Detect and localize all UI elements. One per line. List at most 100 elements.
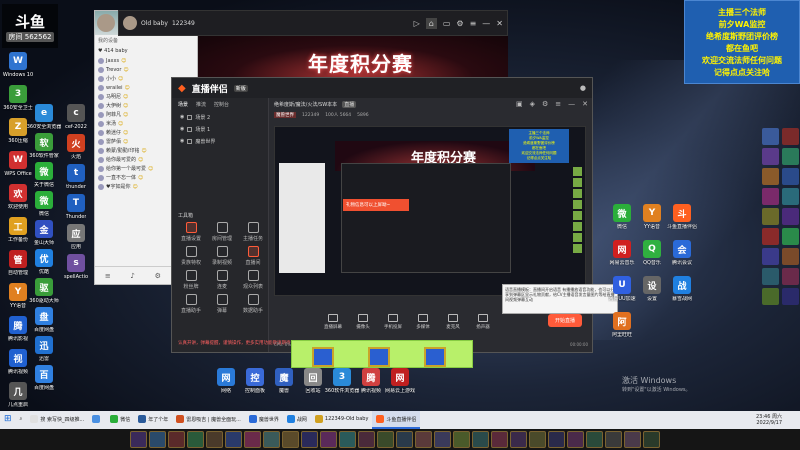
taskbar-app[interactable]: 战网 bbox=[283, 411, 311, 429]
menu-icon[interactable]: ≡ bbox=[105, 272, 111, 280]
stream-preview[interactable]: 年度积分赛 主播三个法师 前夕WA监控 绝希度斯野团评价榜 都在鱼吧 欢迎交流法师任何问… bbox=[274, 126, 586, 296]
tool-button[interactable]: 主播任务 bbox=[238, 222, 268, 242]
app-label: 斗鱼直播伴侣 bbox=[386, 416, 417, 423]
menu-icon[interactable]: ≡ bbox=[470, 19, 477, 28]
search-box[interactable]: ⌕ bbox=[16, 411, 27, 429]
tool-icon bbox=[247, 222, 259, 233]
settings-icon[interactable]: ⚙ bbox=[456, 19, 463, 28]
desktop-shortcut[interactable]: 斗斗鱼直播伴侣 bbox=[664, 204, 700, 230]
taskbar-app[interactable]: 搜 索写快_四级推... bbox=[26, 411, 88, 429]
start-live-button[interactable]: 开始直播 bbox=[548, 314, 582, 327]
eye-icon[interactable]: ◉ bbox=[180, 138, 184, 144]
desktop-shortcut-icon: 3 bbox=[9, 85, 27, 103]
checkbox[interactable] bbox=[187, 114, 193, 120]
source-button[interactable]: 麦克风 bbox=[440, 314, 466, 330]
contact-row[interactable]: Jaxxs ☺ bbox=[95, 56, 197, 65]
device-section[interactable]: 我的设备 bbox=[95, 35, 197, 46]
settings-icon[interactable]: ⚙ bbox=[155, 272, 161, 280]
app-label: 微信 bbox=[120, 416, 131, 423]
desktop-shortcut[interactable]: W Windows 10 bbox=[0, 52, 36, 78]
tab-1[interactable]: 推流 bbox=[196, 101, 206, 108]
desktop-shortcut[interactable]: 金金山大师 bbox=[26, 220, 62, 246]
minimize-icon[interactable]: — bbox=[568, 100, 575, 108]
tab-2[interactable]: 控制台 bbox=[214, 101, 229, 108]
checkbox[interactable] bbox=[187, 138, 193, 144]
tool-button[interactable]: 录制视频 bbox=[207, 246, 237, 266]
desktop-shortcut[interactable]: 迅迅雷 bbox=[26, 336, 62, 362]
contact-row[interactable]: Trevor ☺ bbox=[95, 65, 197, 74]
desktop-shortcut[interactable]: 战暴雪战网 bbox=[664, 276, 700, 302]
source-button[interactable]: 摄像头 bbox=[350, 314, 376, 330]
scene-item[interactable]: ◉ 魔兽世界 bbox=[172, 135, 268, 147]
room-title[interactable]: 绝希度斯/魔法/火法/SW本本 bbox=[274, 101, 337, 108]
status-icon: ☺ bbox=[123, 129, 129, 136]
close-icon[interactable]: ✕ bbox=[582, 100, 588, 108]
scene-item[interactable]: ◉ 场景 1 bbox=[172, 123, 268, 135]
home-icon[interactable]: ⌂ bbox=[425, 17, 437, 29]
close-icon[interactable]: ✕ bbox=[496, 19, 503, 28]
tool-button[interactable]: 直播间 bbox=[238, 246, 268, 266]
room-window-titlebar: Old baby 122349 ▷ ⌂ ▭ ⚙ ≡ — ✕ bbox=[118, 10, 508, 36]
avatar[interactable] bbox=[97, 14, 115, 32]
taskbar-app[interactable]: 122349-Old baby bbox=[311, 411, 373, 429]
taskbar-app[interactable]: 雷恩吸吉 | 魔兽全面玩... bbox=[172, 411, 245, 429]
desktop-shortcut[interactable]: 阿阿里旺旺 bbox=[604, 312, 640, 338]
minimize-icon[interactable]: — bbox=[482, 19, 490, 28]
system-clock[interactable]: 23:46 周六 2022/9/17 bbox=[756, 414, 800, 426]
desktop-shortcut[interactable]: 盘百度网盘 bbox=[26, 307, 62, 333]
tool-button[interactable]: 直播助手 bbox=[176, 294, 206, 314]
taskbar-app[interactable]: 斗鱼直播伴侣 bbox=[372, 411, 421, 429]
preview-info-box: 主播三个法师 前夕WA监控 绝希度斯野团评价榜 都在鱼吧 欢迎交流法师任何问题 记得点点关… bbox=[509, 129, 569, 163]
tool-button[interactable]: 粉丝牌 bbox=[176, 270, 206, 290]
tool-button[interactable]: 房间管理 bbox=[207, 222, 237, 242]
desktop-shortcut[interactable]: 百百度网盘 bbox=[26, 365, 62, 391]
taskbar-app[interactable]: 魔兽世界 bbox=[245, 411, 283, 429]
desktop-shortcut[interactable]: T Thunder bbox=[58, 194, 94, 220]
tab-0[interactable]: 场景 bbox=[178, 101, 188, 108]
source-button[interactable]: 扬声器 bbox=[470, 314, 496, 330]
avatar bbox=[98, 84, 104, 91]
eye-icon[interactable]: ◉ bbox=[180, 114, 184, 120]
eye-icon[interactable]: ◉ bbox=[180, 126, 184, 132]
desktop-shortcut[interactable]: 驱 360驱动大师 bbox=[26, 278, 62, 304]
tool-button[interactable]: 连麦 bbox=[207, 270, 237, 290]
desktop-shortcut[interactable]: 应应用 bbox=[58, 224, 94, 250]
menu-icon[interactable]: ≡ bbox=[555, 100, 561, 108]
source-button[interactable]: 多媒体 bbox=[410, 314, 436, 330]
scene-item[interactable]: ◉ 场景 2 bbox=[172, 111, 268, 123]
desktop-shortcut[interactable]: c cef-2022 bbox=[58, 104, 94, 130]
checkbox[interactable] bbox=[187, 126, 193, 132]
desktop-shortcut[interactable]: 微关于微信 bbox=[26, 162, 62, 188]
desktop-shortcut[interactable]: 优优酷 bbox=[26, 249, 62, 275]
mic-icon[interactable]: ♪ bbox=[130, 272, 134, 280]
preview-info-line: 记得点点关注哈 bbox=[526, 156, 552, 160]
desktop-shortcut[interactable]: 软 360软件管家 bbox=[26, 133, 62, 159]
desktop-shortcut[interactable]: 火火焰 bbox=[58, 134, 94, 160]
start-button[interactable]: ⊞ bbox=[0, 411, 16, 429]
taskbar-app[interactable]: 年了个年 bbox=[134, 411, 172, 429]
tool-button[interactable]: 数据助手 bbox=[238, 294, 268, 314]
desktop-shortcut[interactable]: 网网易云上游戏 bbox=[382, 368, 418, 394]
group-header[interactable]: ♥ 414 baby bbox=[95, 46, 197, 56]
taskbar-app[interactable]: 微信 bbox=[106, 411, 134, 429]
gift-icon[interactable]: ◈ bbox=[530, 100, 535, 108]
video-icon[interactable]: ▷ bbox=[414, 19, 420, 28]
desktop-shortcut[interactable]: s spellActio bbox=[58, 254, 94, 280]
source-button[interactable]: 直播屏幕 bbox=[320, 314, 346, 330]
desktop-shortcut[interactable]: 会腾讯会议 bbox=[664, 240, 700, 266]
desktop-shortcut[interactable]: e 360安全浏览器 bbox=[26, 104, 62, 130]
monitor-icon[interactable]: ▭ bbox=[443, 19, 451, 28]
source-button[interactable]: 手机投屏 bbox=[380, 314, 406, 330]
taskbar-app[interactable] bbox=[88, 411, 106, 429]
desktop-shortcut[interactable]: t thunder bbox=[58, 164, 94, 190]
tool-button[interactable]: 贵族特权 bbox=[176, 246, 206, 266]
screenshot-icon[interactable]: ▣ bbox=[516, 100, 523, 108]
tool-button[interactable]: 观众列表 bbox=[238, 270, 268, 290]
tool-button[interactable]: 直播设置 bbox=[176, 222, 206, 242]
desktop-shortcut-icon: W bbox=[9, 52, 27, 70]
tool-button[interactable]: 弹幕 bbox=[207, 294, 237, 314]
user-icon[interactable]: ● bbox=[580, 84, 586, 92]
desktop-shortcut[interactable]: 微微信 bbox=[26, 191, 62, 217]
settings-icon[interactable]: ⚙ bbox=[542, 100, 548, 108]
app-label: 搜 索写快_四级推... bbox=[40, 416, 85, 423]
